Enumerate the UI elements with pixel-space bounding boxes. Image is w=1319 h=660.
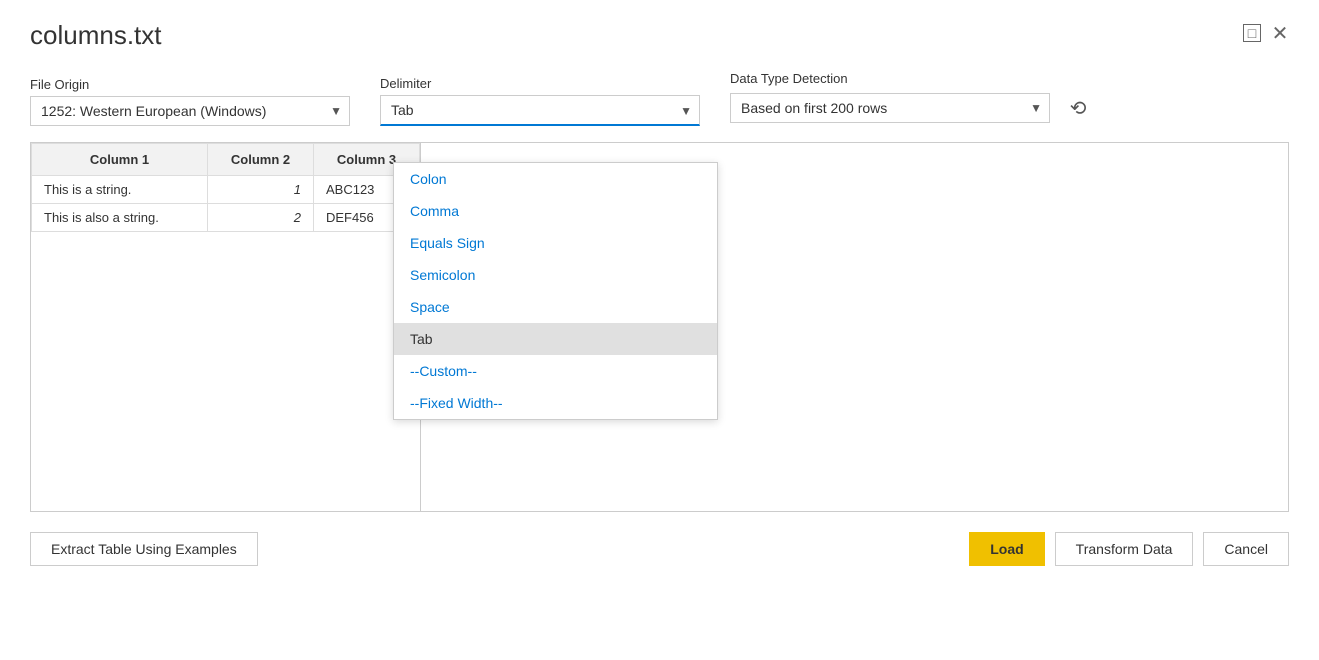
refresh-button[interactable]: ⟳ bbox=[1060, 90, 1096, 126]
table-cell: 1 bbox=[208, 176, 314, 204]
transform-data-button[interactable]: Transform Data bbox=[1055, 532, 1194, 566]
footer: Extract Table Using Examples Load Transf… bbox=[30, 532, 1289, 566]
data-type-group: Data Type Detection Based on first 200 r… bbox=[730, 71, 1096, 126]
restore-button[interactable]: □ bbox=[1243, 24, 1261, 42]
file-origin-select-wrapper: 1252: Western European (Windows)UTF-8UTF… bbox=[30, 96, 350, 126]
delimiter-select-wrapper: ColonCommaEquals SignSemicolonSpaceTab--… bbox=[380, 95, 700, 126]
table-area: Column 1 Column 2 Column 3 This is a str… bbox=[31, 143, 421, 511]
data-type-select-wrapper: Based on first 200 rowsBased on entire d… bbox=[730, 93, 1050, 123]
delimiter-dropdown: ColonCommaEquals SignSemicolonSpaceTab--… bbox=[393, 162, 718, 420]
window-controls: □ ✕ bbox=[1243, 24, 1289, 42]
dropdown-item[interactable]: --Custom-- bbox=[394, 355, 717, 387]
extract-table-button[interactable]: Extract Table Using Examples bbox=[30, 532, 258, 566]
cancel-button[interactable]: Cancel bbox=[1203, 532, 1289, 566]
file-origin-group: File Origin 1252: Western European (Wind… bbox=[30, 77, 350, 126]
delimiter-label: Delimiter bbox=[380, 76, 700, 91]
data-table: Column 1 Column 2 Column 3 This is a str… bbox=[31, 143, 420, 232]
footer-left: Extract Table Using Examples bbox=[30, 532, 258, 566]
restore-icon: □ bbox=[1248, 25, 1256, 41]
table-row: This is a string.1ABC123 bbox=[32, 176, 420, 204]
close-button[interactable]: ✕ bbox=[1271, 24, 1289, 42]
table-cell: 2 bbox=[208, 204, 314, 232]
dropdown-item[interactable]: Comma bbox=[394, 195, 717, 227]
delimiter-select[interactable]: ColonCommaEquals SignSemicolonSpaceTab--… bbox=[380, 95, 700, 126]
column-2-header: Column 2 bbox=[208, 144, 314, 176]
data-type-select[interactable]: Based on first 200 rowsBased on entire d… bbox=[730, 93, 1050, 123]
load-button[interactable]: Load bbox=[969, 532, 1044, 566]
footer-right: Load Transform Data Cancel bbox=[969, 532, 1289, 566]
file-origin-label: File Origin bbox=[30, 77, 350, 92]
delimiter-group: Delimiter ColonCommaEquals SignSemicolon… bbox=[380, 76, 700, 126]
dropdown-item[interactable]: Colon bbox=[394, 163, 717, 195]
dropdown-item[interactable]: --Fixed Width-- bbox=[394, 387, 717, 419]
table-header-row: Column 1 Column 2 Column 3 bbox=[32, 144, 420, 176]
data-type-label: Data Type Detection bbox=[730, 71, 1096, 86]
table-row: This is also a string.2DEF456 bbox=[32, 204, 420, 232]
dropdown-item[interactable]: Semicolon bbox=[394, 259, 717, 291]
dropdown-item[interactable]: Tab bbox=[394, 323, 717, 355]
table-cell: This is a string. bbox=[32, 176, 208, 204]
dialog-title: columns.txt bbox=[30, 20, 162, 51]
refresh-icon: ⟳ bbox=[1070, 96, 1087, 121]
dialog-window: columns.txt □ ✕ File Origin 1252: Wester… bbox=[0, 0, 1319, 660]
dropdown-item[interactable]: Space bbox=[394, 291, 717, 323]
data-type-row: Based on first 200 rowsBased on entire d… bbox=[730, 90, 1096, 126]
close-icon: ✕ bbox=[1272, 21, 1289, 46]
dropdown-item[interactable]: Equals Sign bbox=[394, 227, 717, 259]
title-bar: columns.txt □ ✕ bbox=[30, 20, 1289, 51]
file-origin-select[interactable]: 1252: Western European (Windows)UTF-8UTF… bbox=[30, 96, 350, 126]
column-1-header: Column 1 bbox=[32, 144, 208, 176]
controls-row: File Origin 1252: Western European (Wind… bbox=[30, 71, 1289, 126]
table-cell: This is also a string. bbox=[32, 204, 208, 232]
